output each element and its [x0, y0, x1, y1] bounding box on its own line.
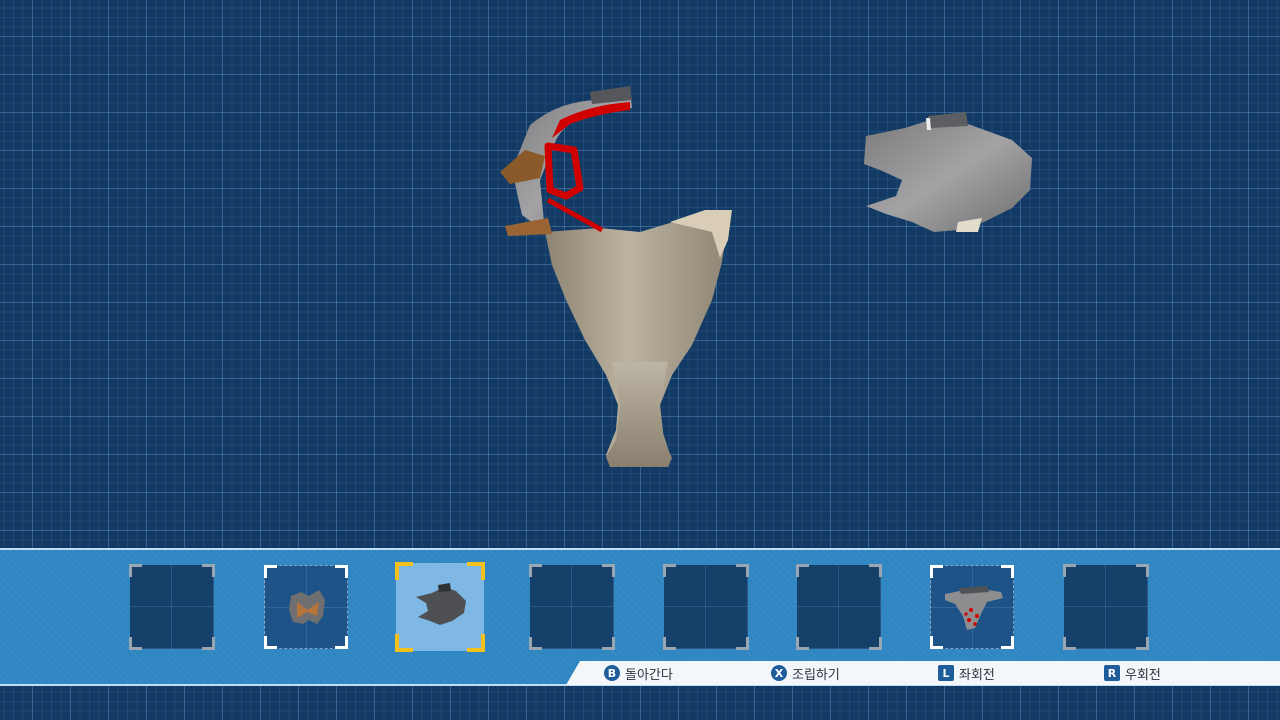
blueprint-workspace — [0, 0, 1280, 548]
button-hints-bar: B 돌아간다 X 조립하기 L 좌회전 R 우회전 — [566, 661, 1280, 685]
hint-rotate-left-label: 좌회전 — [959, 667, 995, 683]
tray-slot-piece[interactable] — [930, 565, 1014, 649]
bowtie-shard-icon — [289, 590, 325, 624]
tray-slot-empty[interactable] — [529, 564, 615, 650]
x-button-icon: X — [771, 665, 787, 681]
hint-back-label: 돌아간다 — [625, 667, 673, 683]
gray-shard-icon — [416, 583, 466, 625]
rim-shard-icon — [945, 586, 1003, 630]
b-button-icon: B — [604, 665, 620, 681]
tray-slot-empty[interactable] — [796, 564, 882, 650]
tray-slot-piece[interactable] — [264, 565, 348, 649]
r-button-icon: R — [1104, 665, 1120, 681]
hint-rotate-left[interactable]: L 좌회전 — [938, 664, 995, 683]
assembled-vase[interactable] — [500, 86, 732, 467]
tray-slot-empty[interactable] — [129, 564, 215, 650]
l-button-icon: L — [938, 665, 954, 681]
tray-slot-empty[interactable] — [663, 564, 749, 650]
hint-assemble[interactable]: X 조립하기 — [771, 664, 840, 683]
tray-slot-selected[interactable] — [395, 562, 485, 652]
pottery-pieces — [500, 86, 1032, 467]
loose-vase-shard[interactable] — [864, 112, 1032, 232]
hint-rotate-right-label: 우회전 — [1125, 667, 1161, 683]
hint-rotate-right[interactable]: R 우회전 — [1104, 664, 1161, 683]
hint-assemble-label: 조립하기 — [792, 667, 840, 683]
hint-back[interactable]: B 돌아간다 — [604, 664, 673, 683]
tray-slot-empty[interactable] — [1063, 564, 1149, 650]
